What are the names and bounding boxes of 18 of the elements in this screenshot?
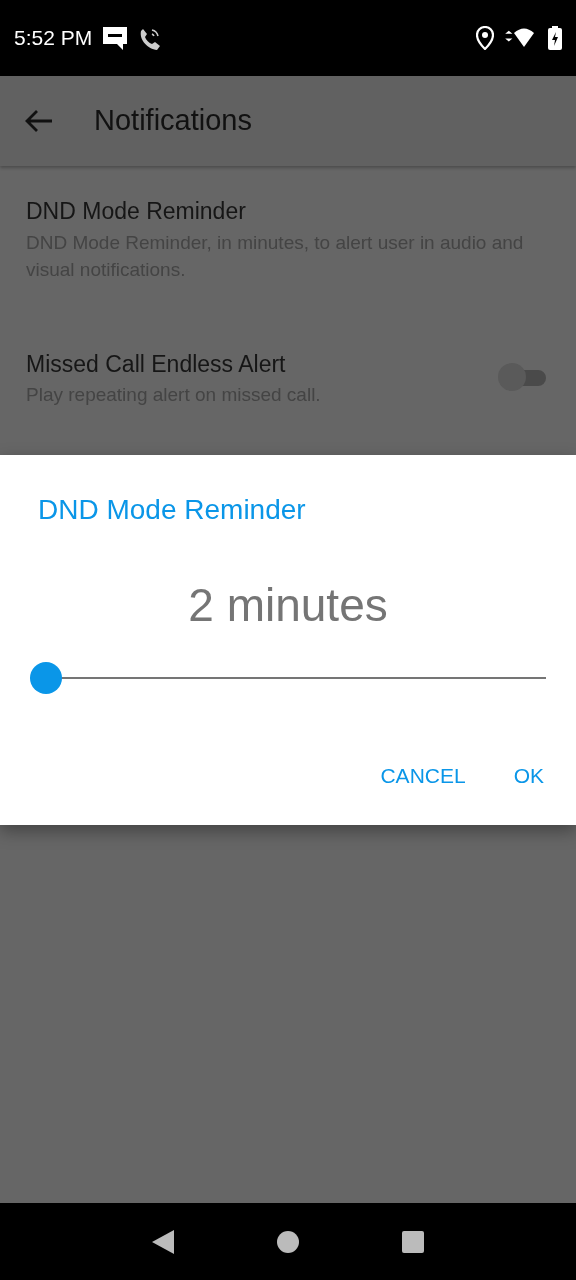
cancel-button[interactable]: CANCEL — [366, 754, 480, 798]
location-icon — [476, 26, 494, 50]
back-triangle-icon[interactable] — [150, 1228, 175, 1255]
back-icon[interactable] — [24, 109, 54, 133]
setting-title: DND Mode Reminder — [26, 197, 247, 226]
battery-icon — [548, 26, 562, 50]
setting-title: Missed Call Endless Alert — [26, 349, 287, 379]
message-icon — [102, 25, 129, 51]
home-circle-icon[interactable] — [276, 1229, 300, 1254]
dialog-title: DND Mode Reminder — [38, 493, 307, 527]
ok-button[interactable]: OK — [499, 754, 558, 798]
phone-icon — [138, 26, 163, 50]
recents-square-icon[interactable] — [401, 1229, 426, 1254]
slider-value: 2 minutes — [187, 578, 389, 633]
slider-track[interactable] — [30, 662, 546, 694]
page-title: Notifications — [94, 103, 252, 139]
slider-thumb[interactable] — [30, 662, 62, 694]
status-time: 5:52 PM — [14, 25, 93, 52]
